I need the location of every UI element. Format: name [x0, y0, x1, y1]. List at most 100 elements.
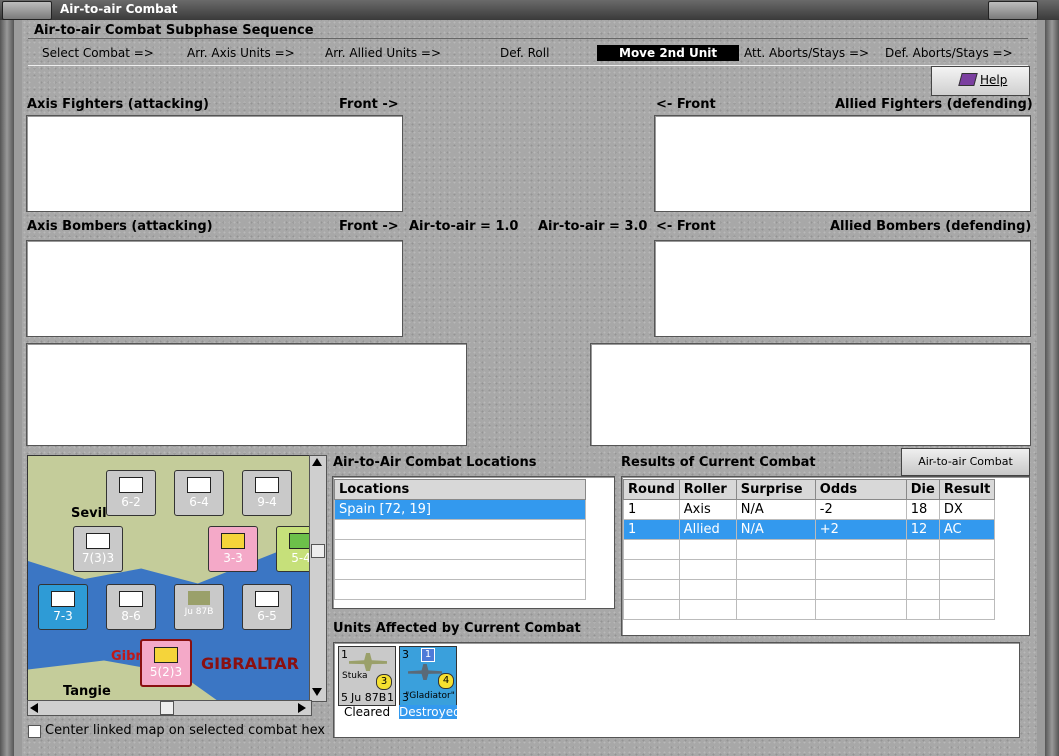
unit-status-cleared: Cleared	[343, 705, 391, 719]
unit-status-destroyed: Destroyed	[399, 705, 461, 719]
unit-type: Ju 87B	[351, 691, 387, 704]
allied-fighters-front: <- Front	[656, 97, 716, 112]
cell-round: 1	[623, 519, 680, 540]
allied-fighters-label: Allied Fighters (defending)	[835, 97, 1033, 112]
col-result[interactable]: Result	[938, 479, 996, 500]
allied-info-box	[590, 343, 1031, 446]
map-counter[interactable]: 7(3)3	[73, 526, 123, 572]
counter-value: 7(3)3	[81, 551, 115, 565]
cell-odds: +2	[814, 519, 907, 540]
map-counter[interactable]: 6-5	[242, 584, 292, 630]
cell-die: 18	[905, 499, 940, 520]
unit-right-value: 1	[387, 691, 394, 704]
sequence-title: Air-to-air Combat Subphase Sequence	[34, 23, 314, 38]
unit-symbol-icon	[255, 591, 279, 607]
location-empty-row	[334, 519, 586, 540]
results-table: Round Roller Surprise Odds Die Result 1 …	[623, 479, 996, 620]
map-counter[interactable]: 9-4	[242, 470, 292, 516]
seq-step-axis-units: Arr. Axis Units =>	[187, 46, 295, 60]
col-round[interactable]: Round	[623, 479, 680, 500]
affected-unit-stuka[interactable]: 1 Stuka 3 5 Ju 87B 1	[338, 646, 396, 706]
cell-round: 1	[623, 499, 680, 520]
affected-unit-gladiator[interactable]: 3 1 4 3 "Gladiator"	[399, 646, 457, 706]
window-close-button[interactable]	[988, 1, 1038, 20]
location-empty-row	[334, 559, 586, 580]
linked-map[interactable]: Sevil GIBRALTAR Gibr Tangie 6-2 6-4 9-4 …	[27, 455, 312, 702]
window-menu-button[interactable]	[2, 1, 52, 20]
scroll-right-icon[interactable]	[298, 703, 306, 713]
allied-bombers-front: <- Front	[656, 219, 716, 234]
axis-fighters-label: Axis Fighters (attacking)	[27, 97, 209, 112]
locations-title: Air-to-Air Combat Locations	[333, 455, 537, 470]
scroll-up-icon[interactable]	[312, 458, 322, 466]
table-row[interactable]: 1 Allied N/A +2 12 AC	[623, 519, 996, 540]
scroll-thumb[interactable]	[311, 544, 325, 558]
seq-step-select-combat: Select Combat =>	[42, 46, 154, 60]
unit-top-left: 1	[341, 648, 348, 661]
help-label: Help	[980, 73, 1008, 87]
center-map-checkbox[interactable]	[28, 725, 41, 738]
map-counter[interactable]: Ju 87B	[174, 584, 224, 630]
col-die[interactable]: Die	[905, 479, 940, 500]
map-counter[interactable]: 7-3	[38, 584, 88, 630]
unit-symbol-icon	[187, 477, 211, 493]
window-title: Air-to-air Combat	[60, 2, 178, 16]
seq-step-def-roll: Def. Roll	[500, 46, 550, 60]
counter-value: 8-6	[121, 609, 141, 623]
axis-fighters-box[interactable]	[26, 115, 403, 212]
map-vertical-scrollbar[interactable]	[309, 455, 327, 702]
results-title: Results of Current Combat	[621, 455, 816, 470]
unit-badge: 3	[376, 674, 392, 690]
seq-step-def-aborts: Def. Aborts/Stays =>	[885, 46, 1013, 60]
counter-value: 6-4	[189, 495, 209, 509]
allied-bombers-label: Allied Bombers (defending)	[830, 219, 1032, 234]
unit-name: "Gladiator"	[405, 691, 455, 701]
axis-bombers-box[interactable]	[26, 240, 403, 337]
book-icon	[958, 73, 978, 86]
affected-title: Units Affected by Current Combat	[333, 621, 581, 636]
map-horizontal-scrollbar[interactable]	[27, 700, 312, 716]
allied-bombers-box[interactable]	[654, 240, 1031, 337]
counter-value: 6-2	[121, 495, 141, 509]
col-odds[interactable]: Odds	[814, 479, 907, 500]
counter-value: 5-4	[291, 551, 311, 565]
map-counter[interactable]: 3-3	[208, 526, 258, 572]
unit-name: Stuka	[342, 671, 368, 681]
scroll-down-icon[interactable]	[312, 688, 322, 696]
counter-value: 9-4	[257, 495, 277, 509]
col-surprise[interactable]: Surprise	[735, 479, 816, 500]
map-counter[interactable]: 8-6	[106, 584, 156, 630]
unit-top-left: 3	[402, 648, 409, 661]
cell-surprise: N/A	[735, 519, 816, 540]
map-counter[interactable]: 5-4	[276, 526, 311, 572]
help-button[interactable]: Help	[931, 66, 1030, 96]
location-item[interactable]: Spain [72, 19]	[334, 499, 586, 520]
table-row[interactable]: 1 Axis N/A -2 18 DX	[623, 499, 996, 520]
results-panel: Round Roller Surprise Odds Die Result 1 …	[621, 476, 1030, 636]
unit-badge: 4	[438, 673, 454, 689]
axis-bombers-front: Front ->	[339, 219, 399, 234]
locations-table: Locations Spain [72, 19]	[334, 479, 586, 600]
locations-header[interactable]: Locations	[334, 479, 586, 500]
locations-panel: Locations Spain [72, 19]	[332, 476, 615, 609]
window-titlebar: Air-to-air Combat	[0, 0, 1059, 20]
aircraft-icon	[349, 653, 387, 671]
unit-flag: 1	[421, 648, 435, 662]
map-counter[interactable]: 6-4	[174, 470, 224, 516]
col-roller[interactable]: Roller	[678, 479, 737, 500]
left-frame	[0, 20, 14, 756]
map-counter[interactable]: 6-2	[106, 470, 156, 516]
allied-fighters-box[interactable]	[654, 115, 1031, 212]
scroll-left-icon[interactable]	[30, 703, 38, 713]
counter-value: 5(2)3	[149, 665, 183, 679]
unit-left-value: 5	[341, 691, 348, 704]
location-empty-row	[334, 539, 586, 560]
unit-symbol-icon	[154, 647, 178, 663]
map-label-seville: Sevil	[71, 506, 107, 521]
scroll-thumb[interactable]	[160, 701, 174, 715]
combat-chart-button[interactable]: Air-to-air Combat Chart	[901, 448, 1030, 494]
counter-value: Ju 87B	[184, 607, 214, 617]
unit-symbol-icon	[86, 533, 110, 549]
aircraft-icon	[188, 591, 210, 605]
map-counter-selected[interactable]: 5(2)3	[140, 639, 192, 687]
